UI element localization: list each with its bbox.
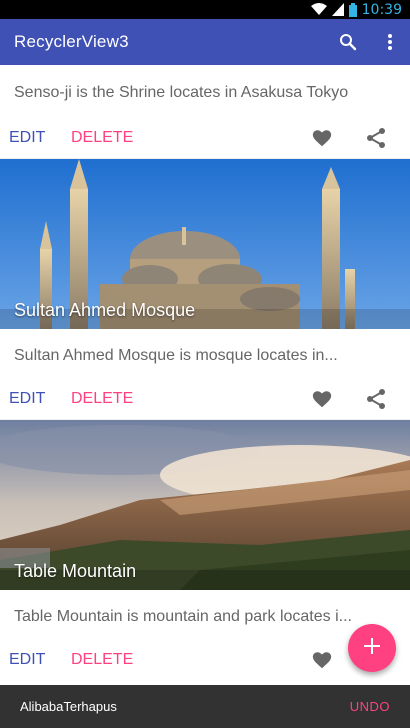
search-icon[interactable] — [336, 30, 360, 54]
card-image[interactable]: Sultan Ahmed Mosque — [0, 159, 410, 329]
card-senso-ji: Senso-ji is the Shrine locates in Asakus… — [0, 65, 410, 158]
card-image-title: Sultan Ahmed Mosque — [14, 300, 196, 320]
favorite-heart-icon[interactable] — [311, 388, 333, 410]
card-description: Sultan Ahmed Mosque is mosque locates in… — [14, 347, 338, 364]
delete-button[interactable]: DELETE — [71, 651, 133, 669]
card-description: Senso-ji is the Shrine locates in Asakus… — [14, 84, 349, 101]
delete-button[interactable]: DELETE — [71, 390, 133, 408]
recycler-list[interactable]: Senso-ji is the Shrine locates in Asakus… — [0, 65, 410, 685]
snackbar-message: AlibabaTerhapus — [20, 699, 117, 714]
delete-button[interactable]: DELETE — [71, 129, 133, 147]
battery-icon — [348, 2, 357, 17]
edit-button[interactable]: EDIT — [9, 651, 45, 669]
card-image-title: Table Mountain — [14, 561, 137, 581]
edit-button[interactable]: EDIT — [9, 390, 45, 408]
overflow-menu-icon[interactable] — [378, 30, 402, 54]
favorite-heart-icon[interactable] — [311, 649, 333, 671]
status-bar: 10:39 — [0, 0, 410, 19]
snackbar: AlibabaTerhapus UNDO — [0, 685, 410, 728]
undo-button[interactable]: UNDO — [350, 699, 390, 714]
card-description: Table Mountain is mountain and park loca… — [14, 608, 352, 625]
share-icon[interactable] — [366, 127, 386, 149]
favorite-heart-icon[interactable] — [311, 127, 333, 149]
card-sultan-ahmed-mosque: Sultan Ahmed Mosque Sultan Ahmed Mosque … — [0, 159, 410, 419]
wifi-icon — [310, 3, 327, 16]
plus-icon — [364, 637, 380, 659]
card-actions: EDIT DELETE — [0, 118, 410, 158]
app-bar: RecyclerView3 — [0, 19, 410, 65]
status-time: 10:39 — [361, 1, 402, 18]
signal-icon — [331, 3, 344, 16]
card-actions: EDIT DELETE — [0, 379, 410, 419]
app-bar-actions — [336, 19, 402, 65]
app-title: RecyclerView3 — [14, 32, 129, 51]
add-fab-button[interactable] — [348, 624, 396, 672]
card-image[interactable]: Table Mountain — [0, 420, 410, 590]
edit-button[interactable]: EDIT — [9, 129, 45, 147]
share-icon[interactable] — [366, 388, 386, 410]
